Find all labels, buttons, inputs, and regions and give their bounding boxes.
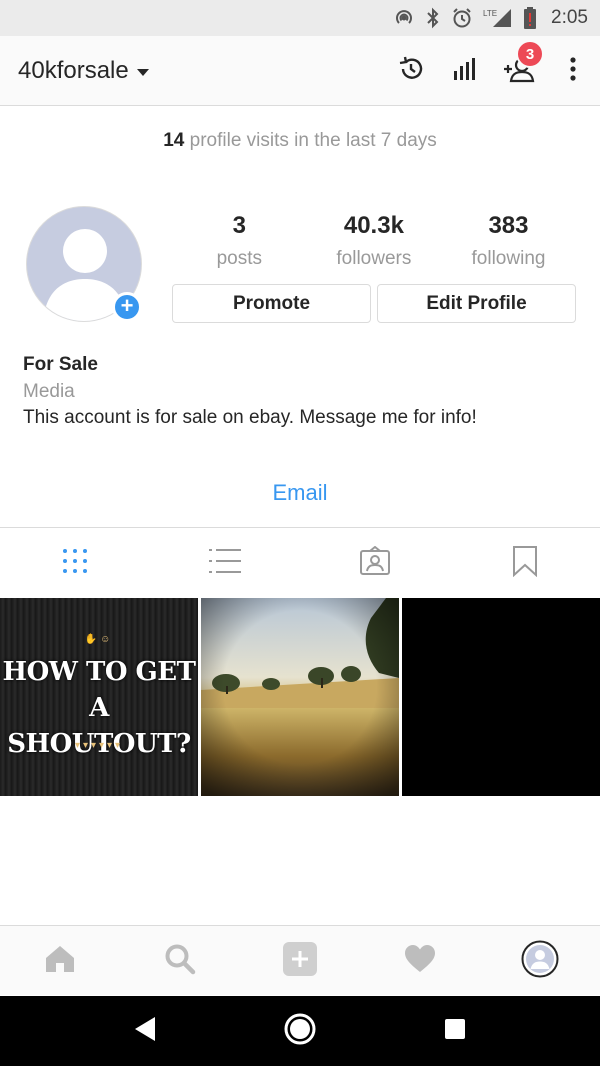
hotspot-icon <box>393 7 415 29</box>
signal-icon: LTE <box>483 7 513 29</box>
tab-list[interactable] <box>150 528 300 598</box>
emoji-decoration: ✋☺ <box>84 634 114 645</box>
header-actions: 3 <box>384 36 600 106</box>
following-label: following <box>471 248 546 269</box>
visits-text: profile visits in the last 7 days <box>184 130 437 151</box>
clock: 2:05 <box>551 7 588 28</box>
battery-alert-icon <box>523 6 537 30</box>
heart-icon <box>404 944 436 979</box>
recents-icon[interactable] <box>443 1017 467 1046</box>
system-navigation-bar <box>0 996 600 1066</box>
posts-stat[interactable]: 3 posts <box>172 212 307 270</box>
posts-count: 3 <box>232 212 246 239</box>
nav-profile[interactable] <box>480 926 600 996</box>
insights-icon <box>451 55 479 88</box>
post-thumbnail[interactable]: ✋☺ HOW TO GET A SHOUTOUT? ▾▾▾▾▾▾ <box>0 598 198 796</box>
edit-profile-button[interactable]: Edit Profile <box>377 284 576 323</box>
profile-stats: 3 posts 40.3k followers 383 following <box>172 212 576 270</box>
add-post-icon <box>283 941 317 981</box>
username: 40kforsale <box>18 56 129 84</box>
history-button[interactable] <box>384 36 438 106</box>
back-icon[interactable] <box>133 1016 157 1047</box>
nav-add-post[interactable] <box>240 926 360 996</box>
tagged-icon <box>359 545 391 581</box>
nav-activity[interactable] <box>360 926 480 996</box>
profile-icon <box>521 940 559 983</box>
saved-icon <box>512 545 538 582</box>
followers-count: 40.3k <box>343 212 404 239</box>
visits-count: 14 <box>163 130 185 151</box>
promote-button[interactable]: Promote <box>172 284 371 323</box>
followers-label: followers <box>336 248 412 269</box>
status-bar: LTE 2:05 <box>0 0 600 36</box>
emoji-decoration: ▾▾▾▾▾▾ <box>74 740 124 751</box>
insights-button[interactable] <box>438 36 492 106</box>
account-switcher[interactable]: 40kforsale <box>18 57 149 85</box>
profile-header: 40kforsale 3 <box>0 36 600 106</box>
followers-stat[interactable]: 40.3k followers <box>307 212 442 270</box>
chevron-down-icon <box>136 68 149 76</box>
post-text-line2: A SHOUTOUT? <box>7 693 191 759</box>
bio-text: This account is for sale on ebay. Messag… <box>23 407 477 428</box>
tab-saved[interactable] <box>450 528 600 598</box>
discover-people-button[interactable]: 3 <box>492 36 546 106</box>
add-story-icon[interactable]: + <box>112 292 142 322</box>
bottom-navigation <box>0 925 600 995</box>
more-options-button[interactable] <box>546 36 600 106</box>
bio-section: For Sale Media This account is for sale … <box>23 354 583 429</box>
nav-search[interactable] <box>120 926 240 996</box>
alarm-icon <box>451 7 473 29</box>
nav-home[interactable] <box>0 926 120 996</box>
profile-name: For Sale <box>23 354 98 375</box>
posts-grid: ✋☺ HOW TO GET A SHOUTOUT? ▾▾▾▾▾▾ <box>0 598 600 796</box>
post-thumbnail[interactable] <box>201 598 399 796</box>
post-thumbnail[interactable] <box>402 598 600 796</box>
notification-badge: 3 <box>516 40 544 68</box>
search-icon <box>164 943 196 980</box>
profile-tabs <box>0 527 600 597</box>
profile-category: Media <box>23 381 75 402</box>
following-count: 383 <box>488 212 529 239</box>
profile-visits[interactable]: 14 profile visits in the last 7 days <box>0 130 600 152</box>
email-button[interactable]: Email <box>0 480 600 506</box>
post-text-line1: HOW TO GET <box>2 657 196 687</box>
list-icon <box>209 547 241 580</box>
home-button-icon[interactable] <box>283 1012 317 1051</box>
more-icon <box>569 56 577 87</box>
history-icon <box>396 54 426 89</box>
following-stat[interactable]: 383 following <box>441 212 576 270</box>
bluetooth-icon <box>425 7 441 29</box>
tab-grid[interactable] <box>0 528 150 598</box>
tab-tagged[interactable] <box>300 528 450 598</box>
home-icon <box>44 944 76 979</box>
svg-text:LTE: LTE <box>483 9 497 18</box>
posts-label: posts <box>216 248 262 269</box>
grid-icon <box>61 547 89 580</box>
